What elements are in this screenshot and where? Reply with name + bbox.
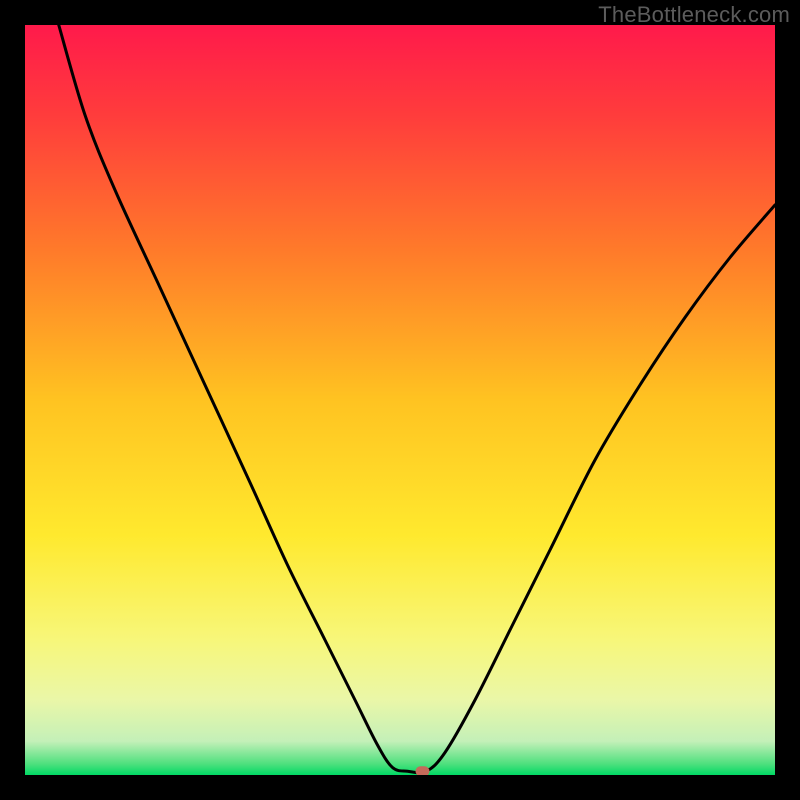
watermark-text: TheBottleneck.com (598, 2, 790, 28)
plot-area (25, 25, 775, 775)
optimal-marker (416, 766, 430, 775)
chart-frame: TheBottleneck.com (0, 0, 800, 800)
bottleneck-chart (25, 25, 775, 775)
gradient-background (25, 25, 775, 775)
